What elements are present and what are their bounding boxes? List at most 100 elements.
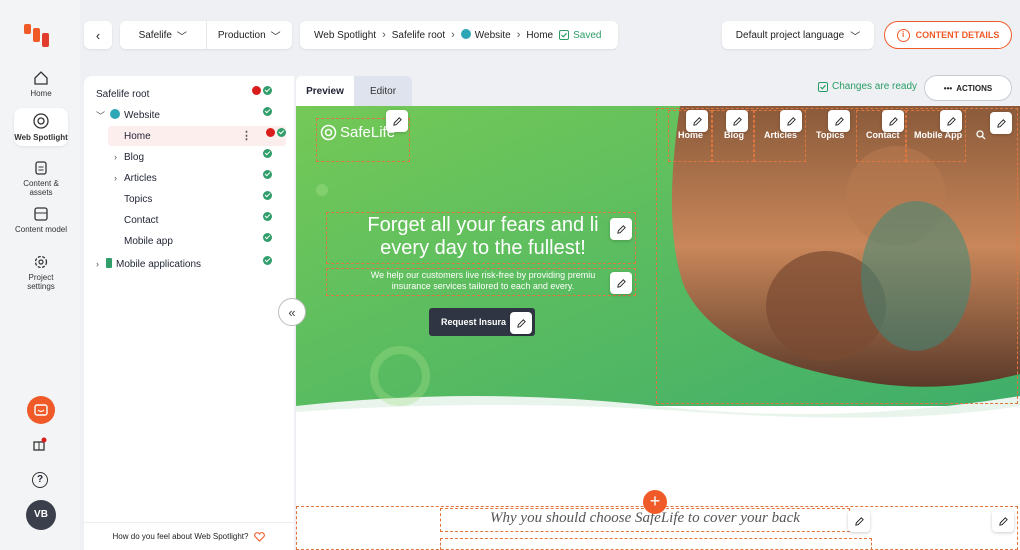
published-status-icon xyxy=(263,170,272,179)
tree-item-label: Mobile applications xyxy=(106,258,201,270)
published-status-icon xyxy=(263,256,272,265)
project-environment-switcher: Safelife ﹀ Production ﹀ xyxy=(120,21,292,49)
home-icon xyxy=(34,71,48,85)
breadcrumb-item[interactable]: Website xyxy=(460,29,511,41)
edit-pencil-icon[interactable] xyxy=(386,110,408,132)
tree-item-label: Home xyxy=(124,130,151,142)
edit-pencil-icon[interactable] xyxy=(726,110,748,132)
chevron-down-icon: ﹀ xyxy=(270,31,281,43)
nav-web-spotlight-label: Web Spotlight xyxy=(14,133,68,142)
edit-pencil-icon[interactable] xyxy=(610,272,632,294)
add-component-button[interactable]: + xyxy=(643,490,667,514)
chevron-right-icon: › xyxy=(451,29,455,41)
nav-content-model-label: Content model xyxy=(14,225,68,234)
breadcrumb-item[interactable]: Home xyxy=(526,30,553,41)
status-dots xyxy=(252,86,272,95)
spotlight-icon xyxy=(33,113,49,129)
status-dots xyxy=(263,256,272,265)
site-tree-panel: Safelife root ﹀ Website Home ⋮ › Blog › … xyxy=(84,76,294,550)
website-preview: SafeLife Home Blog Articles Topics Conta… xyxy=(296,106,1020,550)
edit-pencil-icon[interactable] xyxy=(828,110,850,132)
nav-project-settings[interactable]: Project settings xyxy=(14,254,68,291)
status-dots xyxy=(263,149,272,158)
tree-item-root[interactable]: Safelife root xyxy=(84,84,294,104)
changes-status: Changes are ready xyxy=(818,81,917,92)
nav-web-spotlight[interactable]: Web Spotlight xyxy=(14,108,68,146)
content-icon xyxy=(35,161,47,175)
avatar[interactable]: VB xyxy=(26,500,56,530)
breadcrumb-label: Website xyxy=(474,30,511,41)
help-icon[interactable]: ? xyxy=(32,472,48,488)
tree-item-mobile-app[interactable]: Mobile app xyxy=(84,231,294,251)
chevron-right-icon[interactable]: › xyxy=(114,152,117,162)
edit-pencil-icon[interactable] xyxy=(510,312,532,334)
language-selector[interactable]: Default project language ﹀ xyxy=(722,21,874,49)
tab-preview[interactable]: Preview xyxy=(296,76,354,106)
actions-button[interactable]: ••• ACTIONS xyxy=(924,75,1012,101)
feedback-link[interactable]: How do you feel about Web Spotlight? xyxy=(84,522,294,550)
chevron-down-icon: ﹀ xyxy=(176,31,187,43)
environment-selector[interactable]: Production ﹀ xyxy=(205,21,293,49)
tree-item-mobile-applications[interactable]: › Mobile applications xyxy=(84,254,294,274)
nav-project-settings-label: Project settings xyxy=(27,273,55,291)
editable-region-hero-title[interactable] xyxy=(326,212,636,264)
tree-item-blog[interactable]: › Blog xyxy=(84,147,294,167)
edit-pencil-icon[interactable] xyxy=(848,510,870,532)
tab-editor[interactable]: Editor xyxy=(354,76,412,106)
double-chevron-left-icon: « xyxy=(288,304,296,320)
edit-pencil-icon[interactable] xyxy=(990,112,1012,134)
back-button[interactable]: ‹ xyxy=(84,21,112,49)
tree-item-text: Website xyxy=(124,110,160,121)
status-dots xyxy=(263,191,272,200)
tree-item-label: Contact xyxy=(124,214,159,226)
edit-pencil-icon[interactable] xyxy=(882,110,904,132)
status-dots xyxy=(263,233,272,242)
edit-pencil-icon[interactable] xyxy=(686,110,708,132)
feedback-label: How do you feel about Web Spotlight? xyxy=(112,532,249,541)
nav-content-assets[interactable]: Content & assets xyxy=(14,160,68,197)
editable-region-section-heading[interactable] xyxy=(440,538,872,550)
tree-item-website[interactable]: ﹀ Website xyxy=(84,105,294,125)
gear-icon xyxy=(34,255,48,269)
tree-item-home[interactable]: Home ⋮ xyxy=(108,126,286,146)
actions-label: ACTIONS xyxy=(956,83,993,93)
gift-icon[interactable] xyxy=(31,436,47,452)
project-selector[interactable]: Safelife ﹀ xyxy=(120,21,206,49)
status-dots xyxy=(263,212,272,221)
chat-button[interactable] xyxy=(27,396,55,424)
published-status-icon xyxy=(263,107,272,116)
edit-pencil-icon[interactable] xyxy=(780,110,802,132)
status-dots xyxy=(263,107,272,116)
chevron-right-icon[interactable]: › xyxy=(114,173,117,183)
published-status-icon xyxy=(263,86,272,95)
error-status-icon xyxy=(266,128,275,137)
more-horizontal-icon: ••• xyxy=(943,83,953,93)
breadcrumb-item[interactable]: Safelife root xyxy=(392,30,445,41)
nav-content-assets-label: Content & assets xyxy=(23,179,59,197)
nav-home-label: Home xyxy=(30,89,52,98)
chevron-right-icon[interactable]: › xyxy=(96,259,99,269)
left-navigation: Home Web Spotlight Content & assets Cont… xyxy=(0,0,80,550)
content-details-button[interactable]: i CONTENT DETAILS xyxy=(884,21,1012,49)
chevron-right-icon: › xyxy=(382,29,386,41)
tree-item-contact[interactable]: Contact xyxy=(84,210,294,230)
chat-icon xyxy=(34,404,48,416)
chevron-down-icon[interactable]: ﹀ xyxy=(96,109,105,122)
nav-content-model[interactable]: Content model xyxy=(14,206,68,234)
collapse-panel-button[interactable]: « xyxy=(278,298,306,326)
status-dots xyxy=(266,128,286,137)
tree-item-label: Website xyxy=(110,109,160,121)
tree-item-label: Blog xyxy=(124,151,145,163)
edit-pencil-icon[interactable] xyxy=(992,510,1014,532)
tree-item-topics[interactable]: Topics xyxy=(84,189,294,209)
nav-home[interactable]: Home xyxy=(14,70,68,98)
edit-pencil-icon[interactable] xyxy=(940,110,962,132)
edit-pencil-icon[interactable] xyxy=(610,218,632,240)
editable-region-hero-subtitle[interactable] xyxy=(326,268,636,296)
tree-item-articles[interactable]: › Articles xyxy=(84,168,294,188)
info-icon: i xyxy=(896,28,910,42)
status-dots xyxy=(263,170,272,179)
more-options-icon[interactable]: ⋮ xyxy=(241,129,252,142)
breadcrumb-item[interactable]: Web Spotlight xyxy=(314,30,376,41)
app-logo[interactable] xyxy=(22,20,56,50)
